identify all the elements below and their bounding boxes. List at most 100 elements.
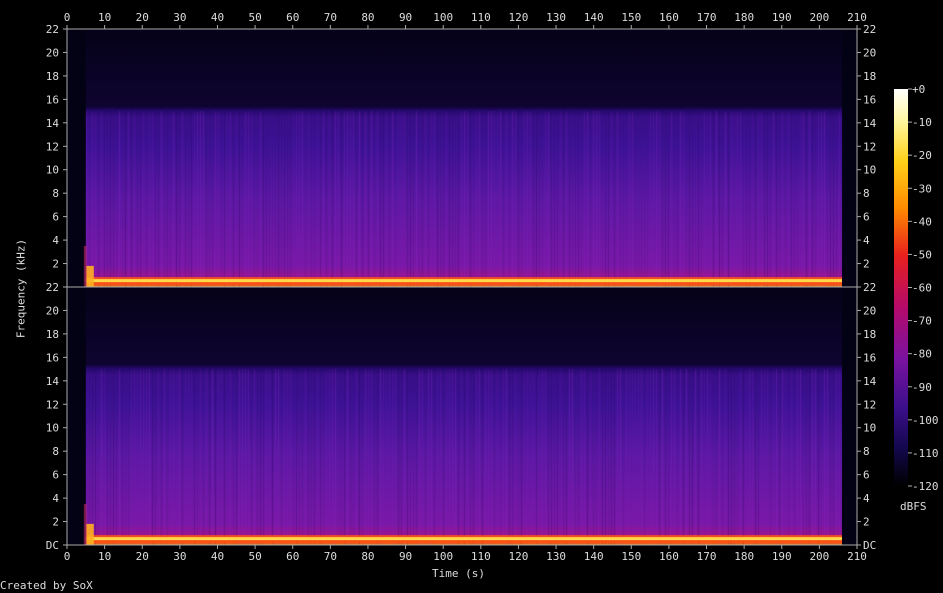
spectral-streak: [379, 111, 382, 287]
spectral-streak: [772, 369, 775, 545]
spectral-streak: [781, 111, 784, 287]
spectral-streak: [454, 369, 457, 545]
spectral-streak: [472, 369, 475, 545]
x-tick-label-top: 100: [433, 11, 453, 24]
spectral-streak: [193, 369, 196, 545]
spectral-streak: [475, 111, 478, 287]
spectral-streak: [787, 111, 790, 287]
y-tick-label: 2: [52, 516, 59, 529]
spectral-streak: [655, 111, 658, 287]
y-tick-label-right: 10: [863, 422, 876, 435]
spectral-streak: [580, 369, 583, 545]
spectral-streak: [226, 111, 229, 287]
spectral-streak: [211, 369, 214, 545]
spectral-streak: [700, 369, 703, 545]
spectral-streak: [220, 369, 223, 545]
spectral-streak: [229, 111, 232, 287]
y-tick-label-right: 16: [863, 351, 876, 364]
x-tick-label-top: 140: [584, 11, 604, 24]
spectral-streak: [529, 111, 532, 287]
spectral-streak: [643, 111, 646, 287]
spectral-streak: [313, 111, 316, 287]
spectral-streak: [277, 369, 280, 545]
spectral-streak: [805, 111, 808, 287]
spectral-streak: [808, 111, 811, 287]
spectral-streak: [664, 111, 667, 287]
spectral-streak: [160, 111, 163, 287]
onset-transient: [83, 503, 87, 545]
spectral-streak: [703, 111, 706, 287]
spectral-streak: [499, 111, 502, 287]
spectral-streak: [367, 111, 370, 287]
y-tick-label-right: 22: [863, 281, 876, 294]
spectral-streak: [190, 369, 193, 545]
spectral-streak: [139, 111, 142, 287]
spectral-streak: [328, 369, 331, 545]
spectral-streak: [241, 369, 244, 545]
spectral-streak: [577, 111, 580, 287]
spectral-streak: [667, 369, 670, 545]
spectral-streak: [820, 111, 823, 287]
spectral-streak: [115, 111, 118, 287]
spectral-streak: [373, 369, 376, 545]
spectral-streak: [118, 111, 121, 287]
spectral-streak: [769, 111, 772, 287]
footer-credit: Created by SoX: [0, 579, 93, 592]
x-tick-label-top: 170: [697, 11, 717, 24]
y-tick-label-right: 12: [863, 398, 876, 411]
spectral-streak: [379, 369, 382, 545]
spectral-streak: [751, 369, 754, 545]
y-tick-label: 16: [46, 93, 59, 106]
spectral-streak: [661, 369, 664, 545]
spectral-streak: [286, 111, 289, 287]
spectral-streak: [121, 369, 124, 545]
spectral-streak: [598, 111, 601, 287]
spectral-streak: [703, 369, 706, 545]
spectral-streak: [277, 111, 280, 287]
spectral-streak: [154, 111, 157, 287]
spectral-streak: [535, 111, 538, 287]
spectral-streak: [490, 111, 493, 287]
spectral-streak: [499, 369, 502, 545]
spectral-streak: [337, 369, 340, 545]
spectral-streak: [769, 369, 772, 545]
spectral-streak: [760, 369, 763, 545]
x-tick-label: 140: [584, 550, 604, 563]
colorbar-tick-label: -30: [912, 182, 932, 195]
spectral-streak: [142, 111, 145, 287]
spectral-streak: [658, 369, 661, 545]
spectral-streak: [352, 111, 355, 287]
spectral-streak: [544, 111, 547, 287]
spectral-streak: [382, 369, 385, 545]
spectral-streak: [802, 111, 805, 287]
channel-2-panel: [67, 287, 857, 545]
spectral-streak: [448, 369, 451, 545]
spectral-streak: [436, 369, 439, 545]
channel-1-panel: [67, 29, 857, 287]
spectral-streak: [283, 111, 286, 287]
spectral-streak: [187, 369, 190, 545]
spectral-streak: [382, 111, 385, 287]
spectral-streak: [649, 369, 652, 545]
y-tick-label-right: 22: [863, 23, 876, 36]
spectral-streak: [601, 369, 604, 545]
y-tick-label-right: 4: [863, 492, 870, 505]
spectral-streak: [271, 369, 274, 545]
spectral-streak: [628, 369, 631, 545]
spectral-streak: [571, 369, 574, 545]
spectral-streak: [208, 369, 211, 545]
spectral-streak: [640, 369, 643, 545]
spectral-streak: [292, 369, 295, 545]
spectral-streak: [700, 111, 703, 287]
spectral-streak: [574, 111, 577, 287]
y-tick-label: 20: [46, 304, 59, 317]
x-tick-label-top: 40: [211, 11, 224, 24]
x-tick-label-top: 10: [98, 11, 111, 24]
spectral-streak: [556, 111, 559, 287]
spectral-streak: [184, 369, 187, 545]
spectral-streak: [451, 111, 454, 287]
spectral-streak: [571, 111, 574, 287]
spectral-streak: [364, 369, 367, 545]
spectral-streak: [826, 111, 829, 287]
x-tick-label-top: 180: [734, 11, 754, 24]
